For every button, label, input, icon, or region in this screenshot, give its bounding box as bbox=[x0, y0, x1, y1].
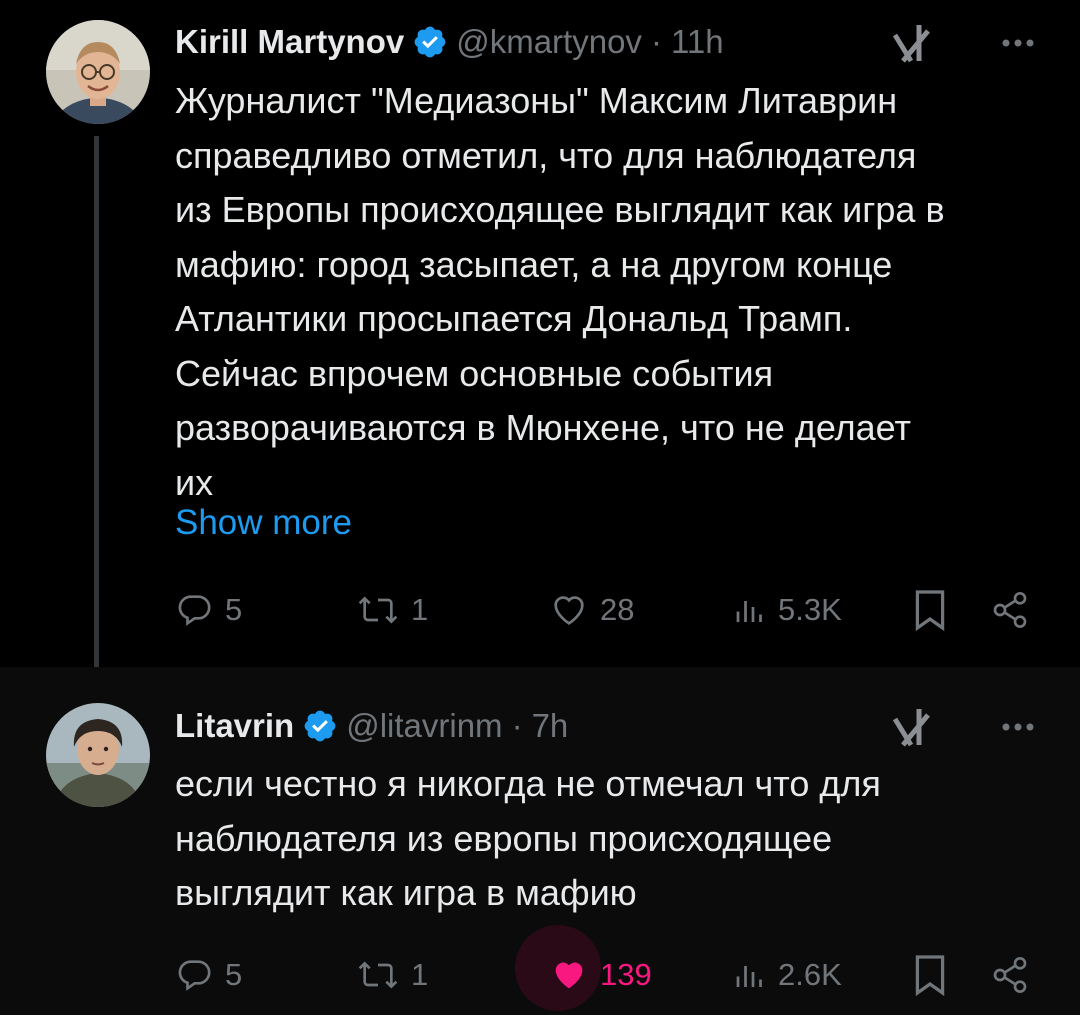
views-count: 5.3K bbox=[778, 592, 842, 627]
author-handle[interactable]: @litavrinm bbox=[346, 707, 502, 745]
reply-button[interactable]: 5 bbox=[175, 580, 242, 640]
views-count: 2.6K bbox=[778, 957, 842, 992]
like-count: 28 bbox=[600, 592, 635, 627]
views-button[interactable]: 2.6K bbox=[732, 945, 842, 1005]
avatar-litavrin[interactable] bbox=[46, 703, 150, 807]
reply-count: 5 bbox=[225, 592, 243, 627]
views-button[interactable]: 5.3K bbox=[732, 580, 842, 640]
repost-count: 1 bbox=[411, 592, 429, 627]
tweet-actions: 5 1 139 2.6K bbox=[0, 925, 1080, 1011]
repost-button[interactable]: 1 bbox=[355, 945, 428, 1005]
author-handle[interactable]: @kmartynov bbox=[456, 23, 642, 61]
verified-badge-icon[interactable] bbox=[302, 708, 338, 744]
share-icon bbox=[990, 955, 1030, 995]
tweet-kmartynov[interactable]: Kirill Martynov @kmartynov · 11h Журнали… bbox=[0, 0, 1080, 696]
tweet-timestamp[interactable]: 11h bbox=[671, 23, 724, 61]
reply-icon bbox=[175, 955, 215, 995]
share-button[interactable] bbox=[990, 580, 1030, 640]
show-more-link[interactable]: Show more bbox=[175, 503, 352, 543]
like-count: 139 bbox=[600, 957, 652, 992]
repost-count: 1 bbox=[411, 957, 429, 992]
tweet-litavrinm[interactable]: Litavrin @litavrinm · 7h если честно я н… bbox=[0, 667, 1080, 1015]
like-button[interactable]: 139 bbox=[548, 945, 652, 1005]
grok-icon[interactable] bbox=[892, 21, 932, 65]
like-button[interactable]: 28 bbox=[548, 580, 634, 640]
share-button[interactable] bbox=[990, 945, 1030, 1005]
reply-icon bbox=[175, 590, 215, 630]
avatar-kirill-martynov[interactable] bbox=[46, 20, 150, 124]
tweet-text: Журналист "Медиазоны" Максим Литаврин сп… bbox=[175, 80, 945, 503]
tweet-text: если честно я никогда не отмечал что для… bbox=[175, 763, 881, 913]
share-icon bbox=[990, 590, 1030, 630]
reply-count: 5 bbox=[225, 957, 243, 992]
tweet-header: Kirill Martynov @kmartynov · 11h bbox=[175, 17, 1050, 67]
author-name[interactable]: Litavrin bbox=[175, 707, 294, 745]
like-icon bbox=[548, 955, 590, 995]
more-icon[interactable] bbox=[996, 23, 1040, 63]
tweet-timestamp[interactable]: 7h bbox=[532, 707, 569, 745]
repost-icon bbox=[355, 955, 401, 995]
like-icon bbox=[548, 590, 590, 630]
tweet-header: Litavrin @litavrinm · 7h bbox=[175, 701, 1050, 751]
author-name[interactable]: Kirill Martynov bbox=[175, 23, 404, 61]
more-icon[interactable] bbox=[996, 707, 1040, 747]
meta-separator: · bbox=[511, 707, 523, 744]
views-icon bbox=[732, 590, 768, 630]
views-icon bbox=[732, 955, 768, 995]
reply-button[interactable]: 5 bbox=[175, 945, 242, 1005]
bookmark-button[interactable] bbox=[912, 945, 948, 1005]
grok-icon[interactable] bbox=[892, 705, 932, 749]
repost-icon bbox=[355, 590, 401, 630]
bookmark-button[interactable] bbox=[912, 580, 948, 640]
tweet-actions: 5 1 28 5.3K bbox=[0, 580, 1080, 640]
bookmark-icon bbox=[912, 953, 948, 997]
verified-badge-icon[interactable] bbox=[412, 24, 448, 60]
bookmark-icon bbox=[912, 588, 948, 632]
repost-button[interactable]: 1 bbox=[355, 580, 428, 640]
meta-separator: · bbox=[650, 23, 662, 60]
